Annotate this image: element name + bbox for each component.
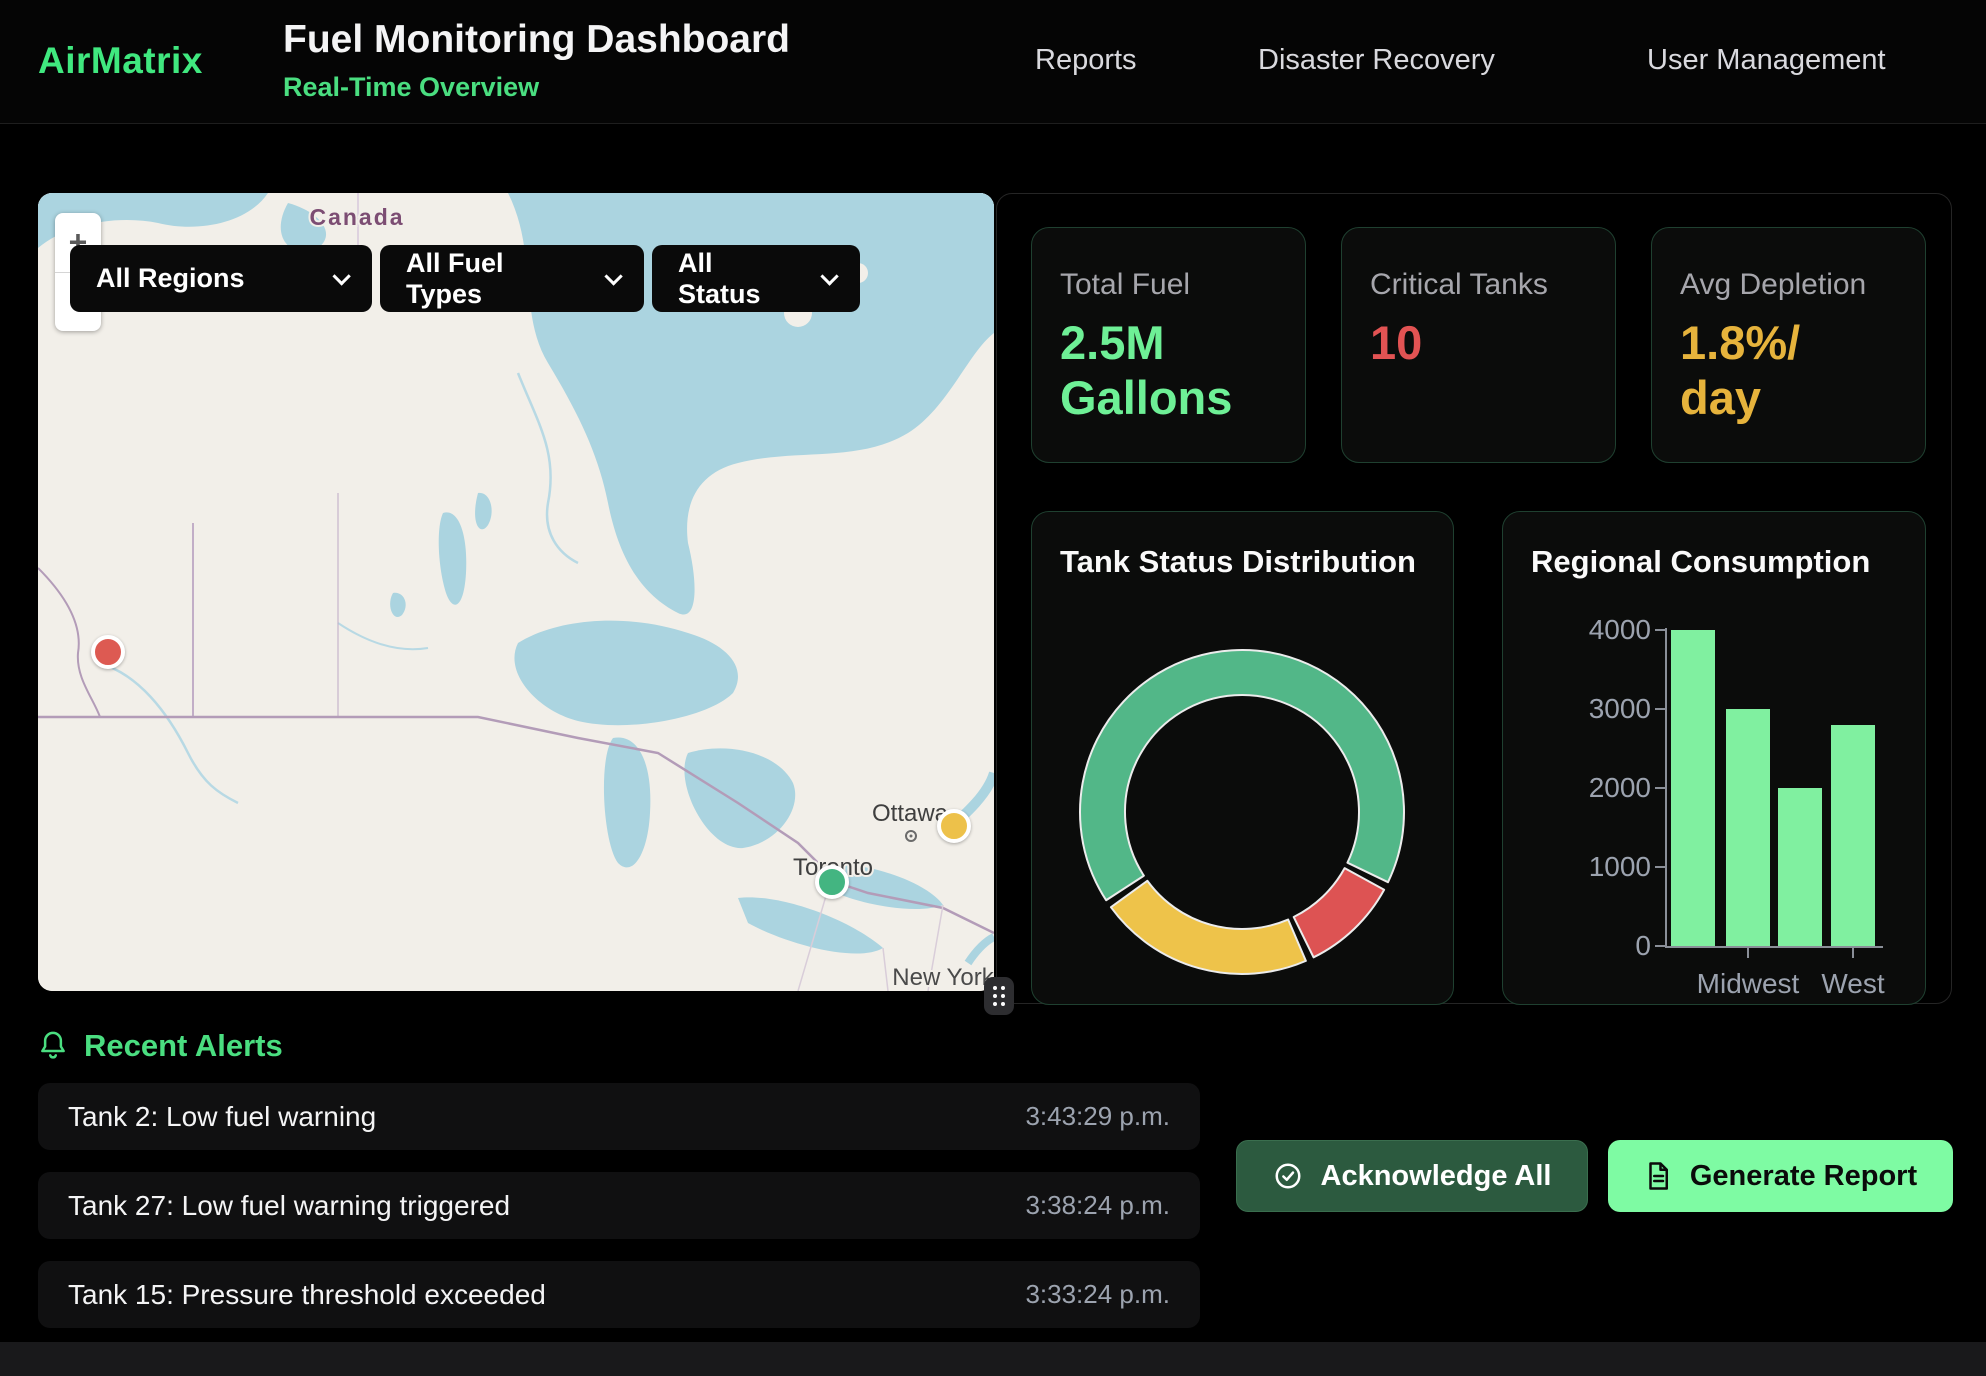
map-canvas[interactable]: Canada Ottawa Toronto New York (38, 193, 994, 991)
chevron-down-icon (332, 267, 350, 285)
map-marker-normal[interactable] (815, 865, 849, 899)
filter-regions-select[interactable]: All Regions (70, 245, 372, 312)
donut-segment-warning (1111, 881, 1306, 974)
recent-alerts-header: Recent Alerts (38, 1028, 283, 1064)
filter-status-select[interactable]: All Status (652, 245, 860, 312)
x-tick-mark (1747, 948, 1749, 958)
y-tick-label: 3000 (1531, 693, 1651, 725)
alert-row[interactable]: Tank 2: Low fuel warning 3:43:29 p.m. (38, 1083, 1200, 1150)
regional-consumption-title: Regional Consumption (1531, 544, 1870, 580)
drag-handle-icon[interactable] (984, 977, 1014, 1015)
stat-card-total-fuel: Total Fuel 2.5MGallons (1031, 227, 1306, 463)
bar-3 (1831, 725, 1875, 946)
chevron-down-icon (821, 267, 839, 285)
y-tick-mark (1655, 708, 1665, 710)
map-section: Canada Ottawa Toronto New York + − All R… (38, 193, 994, 991)
app-logo: AirMatrix (38, 40, 203, 82)
x-tick-mark (1852, 948, 1854, 958)
acknowledge-all-button[interactable]: Acknowledge All (1236, 1140, 1588, 1212)
map-label-new-york: New York (892, 964, 994, 991)
alert-timestamp: 3:43:29 p.m. (1025, 1101, 1170, 1132)
tank-status-card: Tank Status Distribution (1031, 511, 1454, 1005)
file-text-icon (1644, 1161, 1672, 1191)
nav-item-reports[interactable]: Reports (1035, 44, 1137, 77)
map-filter-bar: All Regions All Fuel Types All Status (70, 245, 860, 312)
alert-text: Tank 2: Low fuel warning (68, 1101, 376, 1133)
map-tiles: Canada Ottawa Toronto New York (38, 193, 994, 991)
stat-label: Avg Depletion (1680, 268, 1897, 302)
alert-row[interactable]: Tank 27: Low fuel warning triggered 3:38… (38, 1172, 1200, 1239)
y-tick-mark (1655, 787, 1665, 789)
check-circle-icon (1273, 1161, 1303, 1191)
page-subtitle: Real-Time Overview (283, 72, 539, 103)
y-tick-mark (1655, 866, 1665, 868)
stat-card-avg-depletion: Avg Depletion 1.8%/day (1651, 227, 1926, 463)
y-axis-line (1665, 628, 1667, 948)
stat-label: Total Fuel (1060, 268, 1277, 302)
y-tick-mark (1655, 629, 1665, 631)
acknowledge-all-label: Acknowledge All (1321, 1160, 1552, 1193)
y-tick-label: 4000 (1531, 614, 1651, 646)
filter-regions-value: All Regions (96, 263, 245, 294)
chevron-down-icon (605, 267, 623, 285)
tank-status-donut-chart (1032, 512, 1455, 1006)
alert-timestamp: 3:38:24 p.m. (1025, 1190, 1170, 1221)
tank-status-title: Tank Status Distribution (1060, 544, 1416, 580)
nav-item-user-management[interactable]: User Management (1647, 44, 1886, 77)
alert-row[interactable]: Tank 15: Pressure threshold exceeded 3:3… (38, 1261, 1200, 1328)
y-tick-label: 2000 (1531, 772, 1651, 804)
x-axis-line (1665, 946, 1883, 948)
app-header: AirMatrix Fuel Monitoring Dashboard Real… (0, 0, 1986, 124)
generate-report-button[interactable]: Generate Report (1608, 1140, 1953, 1212)
y-tick-label: 1000 (1531, 851, 1651, 883)
stat-value: 10 (1370, 316, 1587, 371)
footer-bar (0, 1342, 1986, 1376)
map-marker-critical[interactable] (91, 635, 125, 669)
x-tick-label: West (1821, 968, 1884, 1000)
recent-alerts-title: Recent Alerts (84, 1028, 283, 1064)
stat-value: 1.8%/day (1680, 316, 1897, 426)
filter-status-value: All Status (678, 248, 797, 310)
y-tick-label: 0 (1531, 930, 1651, 962)
map-marker-warning[interactable] (937, 809, 971, 843)
stat-value: 2.5MGallons (1060, 316, 1277, 426)
nav-item-disaster-recovery[interactable]: Disaster Recovery (1258, 44, 1495, 77)
y-tick-mark (1655, 945, 1665, 947)
filter-fuel-types-value: All Fuel Types (406, 248, 581, 310)
metrics-panel: Total Fuel 2.5MGallons Critical Tanks 10… (996, 193, 1952, 1004)
alert-text: Tank 15: Pressure threshold exceeded (68, 1279, 546, 1311)
bar-0 (1671, 630, 1715, 946)
bar-2 (1778, 788, 1822, 946)
donut-segment-critical (1294, 868, 1384, 957)
map-label-canada: Canada (309, 204, 404, 230)
alert-text: Tank 27: Low fuel warning triggered (68, 1190, 510, 1222)
bar-1 (1726, 709, 1770, 946)
regional-consumption-card: Regional Consumption 0 1000 2000 3000 4000 Mi… (1502, 511, 1926, 1005)
alert-timestamp: 3:33:24 p.m. (1025, 1279, 1170, 1310)
bell-icon (38, 1029, 68, 1063)
x-tick-label: Midwest (1697, 968, 1800, 1000)
stat-card-critical-tanks: Critical Tanks 10 (1341, 227, 1616, 463)
dashboard-root: AirMatrix Fuel Monitoring Dashboard Real… (0, 0, 1986, 1376)
page-title: Fuel Monitoring Dashboard (283, 18, 790, 62)
stat-label: Critical Tanks (1370, 268, 1587, 302)
donut-segment-normal (1080, 650, 1404, 900)
generate-report-label: Generate Report (1690, 1160, 1917, 1193)
filter-fuel-types-select[interactable]: All Fuel Types (380, 245, 644, 312)
